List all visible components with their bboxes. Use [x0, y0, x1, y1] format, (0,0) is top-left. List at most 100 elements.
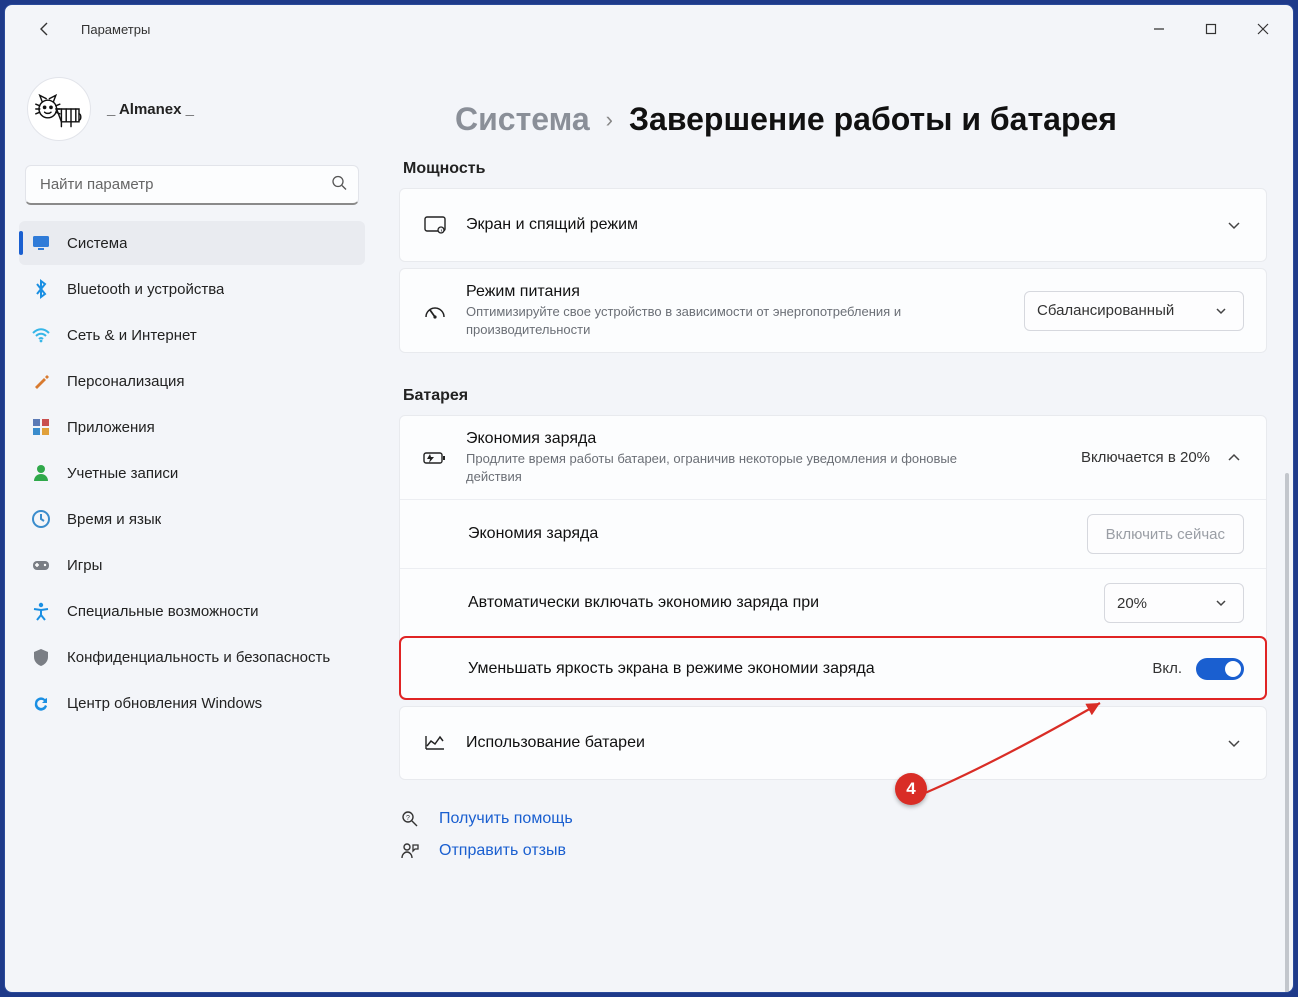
- accessibility-icon: [31, 601, 51, 621]
- section-battery-label: Батарея: [403, 387, 1267, 405]
- sidebar-item-label: Сеть & и Интернет: [67, 327, 197, 344]
- shield-icon: [31, 647, 51, 667]
- battery-saver-icon: [422, 450, 448, 466]
- help-link-row: ? Получить помощь: [399, 810, 1267, 828]
- sidebar-item-shield[interactable]: Конфиденциальность и безопасность: [19, 635, 365, 679]
- sidebar-item-label: Игры: [67, 557, 102, 574]
- chevron-down-icon: [1211, 301, 1231, 321]
- row-title: Использование батареи: [466, 734, 1206, 752]
- card-power-mode: Режим питания Оптимизируйте свое устройс…: [399, 268, 1267, 353]
- minimize-button[interactable]: [1133, 9, 1185, 49]
- feedback-icon: [399, 842, 421, 860]
- scrollbar[interactable]: [1285, 473, 1289, 992]
- sidebar-item-label: Учетные записи: [67, 465, 178, 482]
- sidebar: _ Almanex _ Система Bluetooth и устройств…: [5, 53, 375, 992]
- saver-status: Включается в 20%: [1081, 449, 1210, 466]
- card-battery-saver: Экономия заряда Продлите время работы ба…: [399, 415, 1267, 700]
- sidebar-item-label: Время и язык: [67, 511, 161, 528]
- clock-icon: [31, 509, 51, 529]
- sidebar-item-accessibility[interactable]: Специальные возможности: [19, 589, 365, 633]
- row-lower-brightness: Уменьшать яркость экрана в режиме эконом…: [400, 637, 1266, 699]
- screen-icon: [422, 216, 448, 234]
- apps-icon: [31, 417, 51, 437]
- maximize-button[interactable]: [1185, 9, 1237, 49]
- gauge-icon: [422, 303, 448, 319]
- chevron-up-icon: [1224, 448, 1244, 468]
- sidebar-item-label: Центр обновления Windows: [67, 695, 262, 712]
- annotation-badge: 4: [895, 773, 927, 805]
- card-battery-usage[interactable]: Использование батареи: [399, 706, 1267, 780]
- chevron-down-icon: [1224, 733, 1244, 753]
- sidebar-item-clock[interactable]: Время и язык: [19, 497, 365, 541]
- sidebar-item-label: Специальные возможности: [67, 603, 259, 620]
- power-mode-select[interactable]: Сбалансированный: [1024, 291, 1244, 331]
- section-power-label: Мощность: [403, 160, 1267, 178]
- app-title: Параметры: [81, 22, 150, 37]
- sidebar-item-update[interactable]: Центр обновления Windows: [19, 681, 365, 725]
- row-title: Экономия заряда: [466, 430, 1063, 448]
- avatar-image: [35, 89, 83, 129]
- brush-icon: [31, 371, 51, 391]
- lower-brightness-toggle[interactable]: [1196, 658, 1244, 680]
- bluetooth-icon: [31, 279, 51, 299]
- toggle-state-text: Вкл.: [1152, 660, 1182, 677]
- breadcrumb: Система › Завершение работы и батарея: [455, 101, 1267, 138]
- chart-icon: [422, 734, 448, 752]
- titlebar: Параметры: [5, 5, 1293, 53]
- select-value: Сбалансированный: [1037, 302, 1174, 319]
- card-screen-sleep[interactable]: Экран и спящий режим: [399, 188, 1267, 262]
- row-saver-header[interactable]: Экономия заряда Продлите время работы ба…: [400, 416, 1266, 499]
- row-saver-now: Экономия заряда Включить сейчас: [400, 499, 1266, 568]
- row-title: Экран и спящий режим: [466, 216, 1206, 234]
- chevron-right-icon: ›: [606, 107, 613, 133]
- avatar: [27, 77, 91, 141]
- monitor-icon: [31, 233, 51, 253]
- sidebar-item-brush[interactable]: Персонализация: [19, 359, 365, 403]
- nav-list: Система Bluetooth и устройства Сеть & и Ин…: [19, 221, 365, 725]
- sidebar-item-gamepad[interactable]: Игры: [19, 543, 365, 587]
- footer-links: ? Получить помощь Отправить отзыв: [399, 810, 1267, 860]
- breadcrumb-current: Завершение работы и батарея: [629, 101, 1117, 138]
- search-box: [25, 165, 359, 205]
- row-saver-auto: Автоматически включать экономию заряда п…: [400, 568, 1266, 637]
- auto-threshold-select[interactable]: 20%: [1104, 583, 1244, 623]
- sidebar-item-person[interactable]: Учетные записи: [19, 451, 365, 495]
- help-icon: ?: [399, 810, 421, 828]
- sidebar-item-monitor[interactable]: Система: [19, 221, 365, 265]
- chevron-down-icon: [1211, 593, 1231, 613]
- feedback-link-row: Отправить отзыв: [399, 842, 1267, 860]
- window-controls: [1133, 9, 1289, 49]
- sidebar-item-apps[interactable]: Приложения: [19, 405, 365, 449]
- wifi-icon: [31, 325, 51, 345]
- sidebar-item-label: Bluetooth и устройства: [67, 281, 224, 298]
- chevron-down-icon: [1224, 215, 1244, 235]
- enable-now-button[interactable]: Включить сейчас: [1087, 514, 1244, 554]
- row-title: Уменьшать яркость экрана в режиме эконом…: [468, 660, 1134, 678]
- user-name: _ Almanex _: [107, 101, 194, 118]
- gamepad-icon: [31, 555, 51, 575]
- breadcrumb-parent[interactable]: Система: [455, 101, 590, 138]
- profile-block[interactable]: _ Almanex _: [19, 65, 365, 161]
- search-icon: [331, 175, 347, 196]
- person-icon: [31, 463, 51, 483]
- sidebar-item-label: Система: [67, 235, 127, 252]
- sidebar-item-label: Персонализация: [67, 373, 185, 390]
- row-subtitle: Продлите время работы батареи, ограничив…: [466, 450, 986, 485]
- row-title: Режим питания: [466, 283, 1006, 301]
- content-area: Система › Завершение работы и батарея Мо…: [375, 53, 1293, 992]
- back-button[interactable]: [29, 13, 61, 45]
- row-title: Экономия заряда: [468, 525, 1069, 543]
- sidebar-item-wifi[interactable]: Сеть & и Интернет: [19, 313, 365, 357]
- row-title: Автоматически включать экономию заряда п…: [468, 594, 1086, 612]
- row-subtitle: Оптимизируйте свое устройство в зависимо…: [466, 303, 986, 338]
- sidebar-item-bluetooth[interactable]: Bluetooth и устройства: [19, 267, 365, 311]
- sidebar-item-label: Конфиденциальность и безопасность: [67, 649, 330, 666]
- settings-window: Параметры: [4, 4, 1294, 993]
- sidebar-item-label: Приложения: [67, 419, 155, 436]
- close-button[interactable]: [1237, 9, 1289, 49]
- help-link[interactable]: Получить помощь: [439, 810, 573, 828]
- feedback-link[interactable]: Отправить отзыв: [439, 842, 566, 860]
- update-icon: [31, 693, 51, 713]
- svg-text:?: ?: [406, 815, 410, 822]
- search-input[interactable]: [25, 165, 359, 205]
